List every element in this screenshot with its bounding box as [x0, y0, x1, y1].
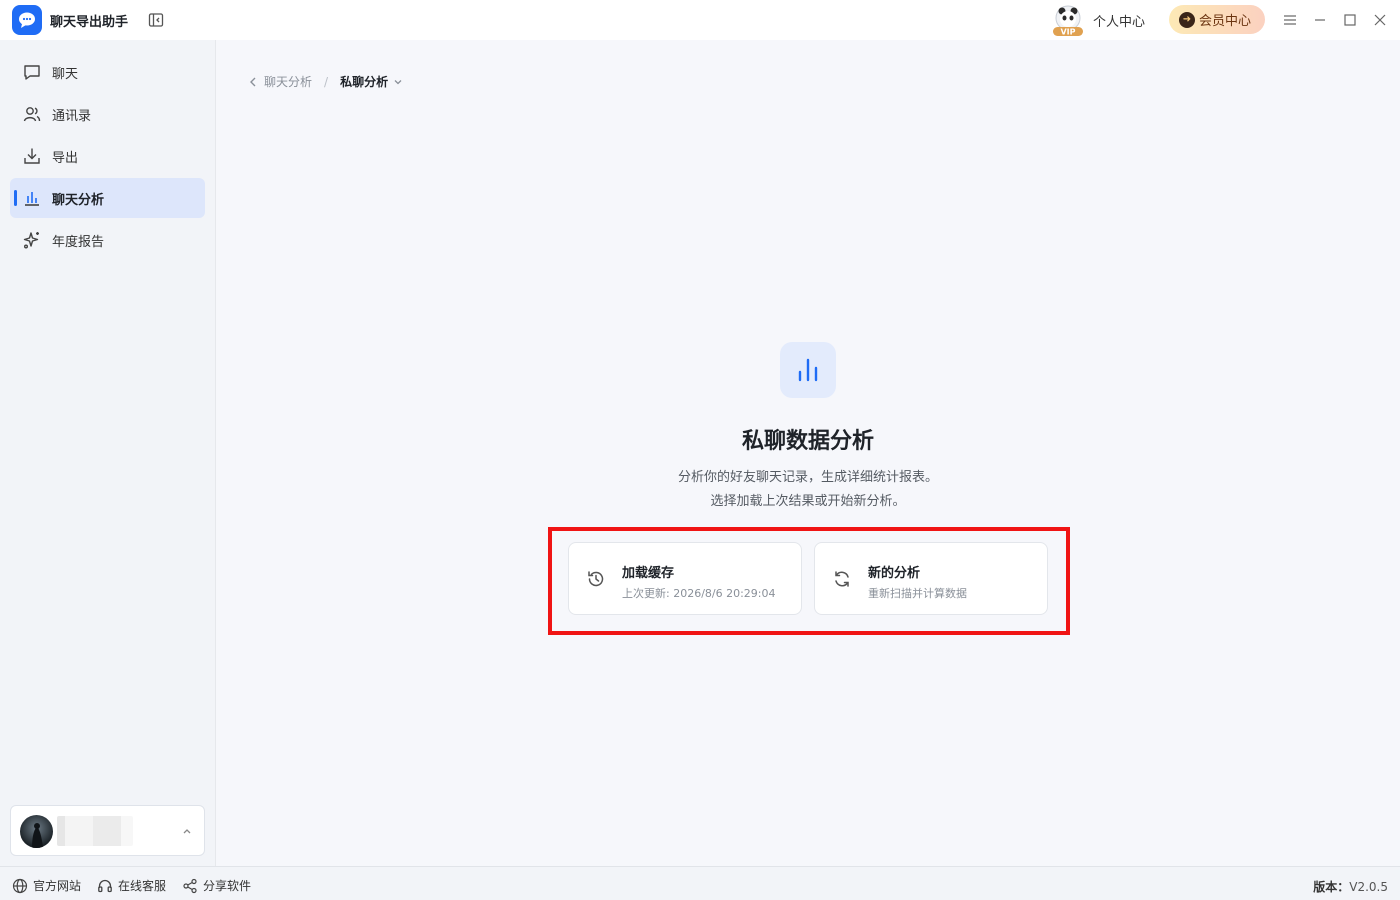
chevron-left-icon[interactable] — [246, 75, 260, 89]
footer-bar: 官方网站 在线客服 分享软件 版本：V2.0.5 — [0, 866, 1400, 900]
vip-badge-text: VIP — [1060, 28, 1075, 37]
analysis-chart-icon — [780, 342, 836, 398]
version-label: 版本： — [1313, 880, 1350, 894]
contacts-icon — [22, 104, 42, 124]
chevron-down-icon[interactable] — [392, 76, 404, 88]
share-software-link[interactable]: 分享软件 — [182, 877, 251, 894]
app-logo-icon — [12, 5, 42, 35]
refresh-icon — [832, 569, 852, 589]
load-cache-last-updated: 上次更新: 2026/8/6 20:29:04 — [622, 587, 776, 600]
chevron-up-icon — [180, 824, 194, 838]
new-analysis-title: 新的分析 — [868, 566, 921, 581]
new-analysis-button[interactable]: 新的分析 重新扫描并计算数据 — [814, 542, 1048, 615]
load-cache-button[interactable]: 加载缓存 上次更新: 2026/8/6 20:29:04 — [568, 542, 802, 615]
account-switcher[interactable] — [10, 805, 205, 856]
official-website-link[interactable]: 官方网站 — [12, 877, 81, 894]
breadcrumb-parent-link[interactable]: 聊天分析 — [264, 73, 312, 90]
globe-icon — [12, 878, 28, 894]
sidebar-collapse-icon[interactable] — [148, 12, 164, 28]
user-center-link[interactable]: 个人中心 — [1093, 11, 1145, 30]
version-info: 版本：V2.0.5 — [1313, 878, 1388, 895]
sidebar: 聊天 通讯录 导出 聊天分析 年度报告 — [0, 40, 216, 866]
sparkle-icon — [22, 230, 42, 250]
page-description-line-2: 选择加载上次结果或开始新分析。 — [710, 494, 906, 509]
chat-bubble-icon — [22, 62, 42, 82]
load-cache-title: 加载缓存 — [622, 566, 675, 581]
breadcrumb-current[interactable]: 私聊分析 — [340, 73, 388, 90]
online-support-link[interactable]: 在线客服 — [97, 877, 166, 894]
sidebar-item-chat-analysis[interactable]: 聊天分析 — [10, 178, 205, 218]
new-analysis-subtitle: 重新扫描并计算数据 — [868, 587, 967, 600]
share-icon — [182, 878, 198, 894]
arrow-right-icon: ➜ — [1179, 11, 1195, 28]
history-icon — [586, 569, 606, 589]
member-center-button[interactable]: ➜ 会员中心 — [1169, 5, 1265, 34]
sidebar-item-contacts[interactable]: 通讯录 — [10, 94, 205, 134]
breadcrumb: 聊天分析 / 私聊分析 — [246, 73, 404, 90]
sidebar-item-chat[interactable]: 聊天 — [10, 52, 205, 92]
sidebar-item-export[interactable]: 导出 — [10, 136, 205, 176]
menu-icon[interactable] — [1282, 12, 1298, 28]
title-bar: 聊天导出助手 VIP 个人中心 ➜ 会员中心 — [0, 0, 1400, 40]
page-description-line-1: 分析你的好友聊天记录，生成详细统计报表。 — [677, 470, 938, 485]
bar-chart-icon — [22, 188, 42, 208]
version-value: V2.0.5 — [1349, 880, 1388, 894]
vip-avatar[interactable]: VIP — [1050, 5, 1086, 37]
sidebar-item-annual-report[interactable]: 年度报告 — [10, 220, 205, 260]
breadcrumb-separator: / — [324, 74, 329, 89]
close-icon[interactable] — [1372, 12, 1388, 28]
avatar — [20, 815, 53, 848]
download-icon — [22, 146, 42, 166]
maximize-icon[interactable] — [1342, 12, 1358, 28]
page-title: 私聊数据分析 — [741, 429, 874, 454]
headset-icon — [97, 878, 113, 894]
app-title: 聊天导出助手 — [50, 15, 129, 30]
account-name-redacted — [57, 816, 133, 846]
minimize-icon[interactable] — [1312, 12, 1328, 28]
